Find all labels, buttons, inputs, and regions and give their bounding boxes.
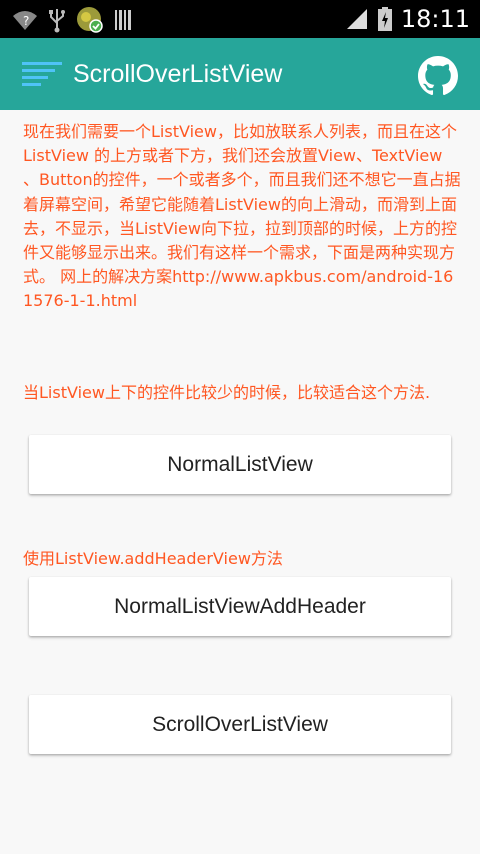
app-notification-icon	[77, 7, 103, 33]
normal-listview-button[interactable]: NormalListView	[29, 435, 451, 494]
status-notification-icons: ?	[12, 6, 134, 34]
app-title: ScrollOverListView	[73, 60, 283, 88]
status-time: 18:11	[400, 5, 470, 33]
hint-normal-listview: 当ListView上下的控件比较少的时候，比较适合这个方法.	[23, 383, 431, 402]
app-bar: ScrollOverListView	[0, 38, 480, 110]
svg-text:?: ?	[23, 14, 29, 28]
barcode-icon	[115, 10, 131, 30]
scroll-over-listview-button[interactable]: ScrollOverListView	[29, 695, 451, 754]
hint-add-header: 使用ListView.addHeaderView方法	[23, 549, 283, 568]
description-text: 现在我们需要一个ListView，比如放联系人列表，而且在这个ListView …	[23, 122, 461, 311]
signal-icon	[346, 9, 367, 29]
status-bar: ? 18:11	[0, 0, 480, 38]
battery-icon	[377, 7, 392, 31]
normal-listview-add-header-button[interactable]: NormalListViewAddHeader	[29, 577, 451, 636]
github-icon[interactable]	[418, 56, 458, 96]
usb-icon	[49, 9, 65, 33]
menu-icon[interactable]	[22, 60, 62, 88]
wifi-question-icon: ?	[13, 11, 37, 30]
status-system-icons: 18:11	[345, 4, 470, 34]
